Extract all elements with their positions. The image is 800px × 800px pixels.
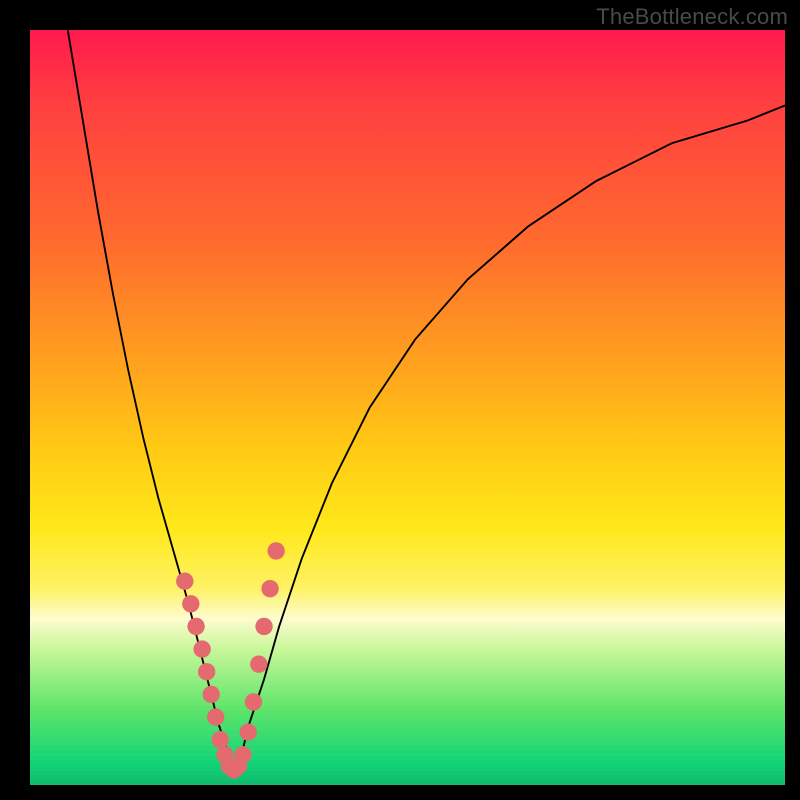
marker-point (187, 618, 204, 635)
curve-left-branch (68, 30, 234, 770)
marker-point (203, 686, 220, 703)
bottleneck-curve (30, 30, 785, 785)
marker-point (255, 618, 272, 635)
marker-point (193, 640, 210, 657)
marker-point (261, 580, 278, 597)
plot-area (30, 30, 785, 785)
marker-point (234, 746, 251, 763)
marker-point (250, 656, 267, 673)
marker-point (267, 542, 284, 559)
marker-point (212, 731, 229, 748)
outer-frame: TheBottleneck.com (0, 0, 800, 800)
marker-point (207, 708, 224, 725)
marker-point (198, 663, 215, 680)
marker-point (182, 595, 199, 612)
marker-point (245, 693, 262, 710)
marker-point (240, 723, 257, 740)
curve-right-branch (234, 106, 785, 770)
marker-point (176, 572, 193, 589)
attribution-watermark: TheBottleneck.com (596, 4, 788, 30)
